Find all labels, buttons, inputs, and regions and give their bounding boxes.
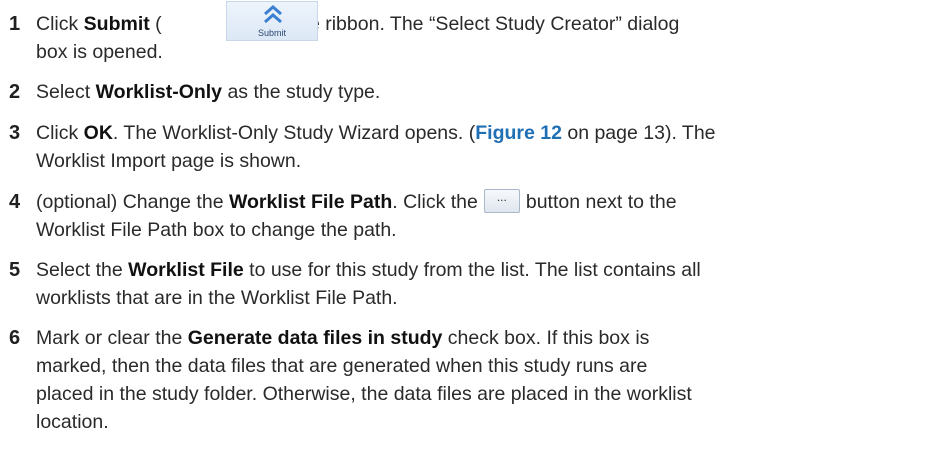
ui-term: Worklist File — [128, 259, 244, 281]
step-text: Select Worklist-Only as the study type. — [36, 81, 381, 103]
ui-term: Worklist File Path — [228, 191, 393, 213]
ui-term: Submit — [83, 13, 150, 35]
ui-term: OK — [83, 122, 113, 144]
submit-icon-label: Submit — [257, 28, 286, 38]
submit-icon: Submit — [226, 1, 318, 41]
step-number: 5 — [9, 259, 21, 281]
ui-term: Generate data files in study — [187, 327, 443, 349]
procedure-steps: 1 Click Submit () on the ribbon. The “Se… — [0, 0, 932, 473]
step-text: Mark or clear the Generate data files in… — [36, 327, 692, 433]
step-text: (optional) Change the Worklist File Path… — [36, 188, 677, 241]
step-number: 1 — [9, 13, 21, 35]
step-text: Select the Worklist File to use for this… — [36, 259, 701, 309]
step-text: Click OK. The Worklist-Only Study Wizard… — [36, 122, 716, 172]
ui-term: Worklist-Only — [95, 81, 223, 103]
browse-button-icon: ... — [483, 188, 520, 213]
step-number: 3 — [9, 122, 21, 144]
step-number: 2 — [9, 81, 21, 103]
figure-link[interactable]: Figure 12 — [475, 122, 562, 144]
step-number: 4 — [9, 191, 21, 213]
step-text: Click Submit () on the ribbon. The “Sele… — [36, 1, 916, 66]
step-number: 6 — [9, 327, 21, 349]
